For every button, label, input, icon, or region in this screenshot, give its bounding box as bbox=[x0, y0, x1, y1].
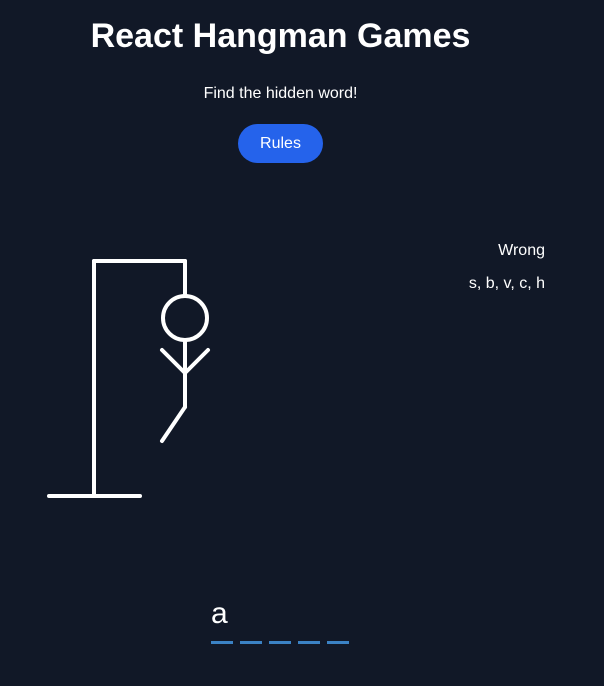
hidden-word: a bbox=[211, 596, 349, 644]
hangman-drawing bbox=[47, 259, 210, 498]
letter-slot: a bbox=[211, 596, 233, 644]
letter-slot bbox=[269, 596, 291, 644]
letter-slot bbox=[240, 596, 262, 644]
hangman-head bbox=[161, 294, 209, 342]
wrong-letters-panel: Wrong s, b, v, c, h bbox=[469, 241, 545, 294]
hangman-left-leg bbox=[160, 405, 187, 443]
letter-slot bbox=[327, 596, 349, 644]
wrong-label: Wrong bbox=[498, 242, 545, 259]
game-page: React Hangman Games Find the hidden word… bbox=[0, 0, 604, 686]
letter-slot bbox=[298, 596, 320, 644]
wrong-letters: s, b, v, c, h bbox=[468, 275, 545, 292]
hangman-left-arm bbox=[160, 348, 187, 375]
hangman-right-arm bbox=[183, 348, 210, 375]
